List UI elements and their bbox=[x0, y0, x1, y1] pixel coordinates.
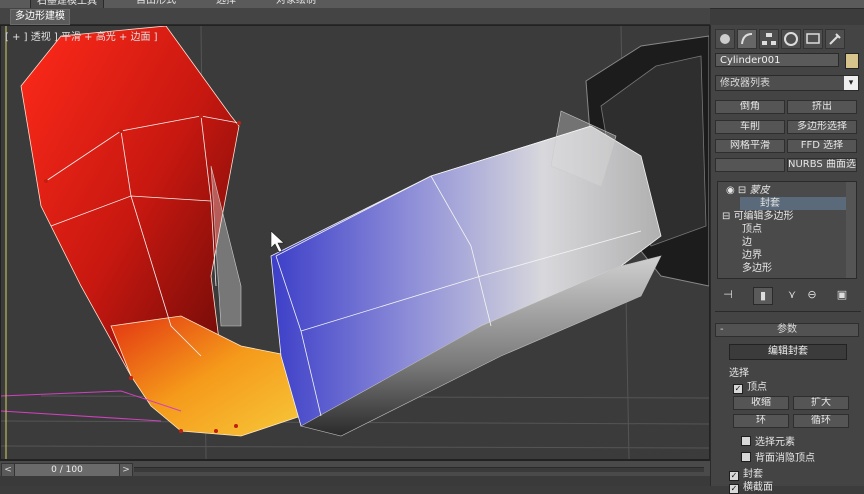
show-end-result-icon[interactable]: ▮ bbox=[753, 287, 773, 305]
tab-selection[interactable]: 选择 bbox=[210, 0, 242, 8]
meshsmooth-button[interactable]: 网格平滑 bbox=[715, 139, 785, 153]
elbow-mesh bbox=[110, 315, 302, 437]
stack-item-envelope[interactable]: 封套 bbox=[740, 197, 850, 210]
ribbon-bar: 多边形建模 bbox=[0, 8, 710, 25]
motion-tab-icon[interactable] bbox=[781, 29, 801, 49]
selection-group-label: 选择 bbox=[729, 368, 749, 379]
object-color-swatch[interactable] bbox=[845, 53, 859, 69]
create-tab-icon[interactable] bbox=[715, 29, 735, 49]
bulb-icon[interactable]: ◉ bbox=[726, 185, 738, 196]
mouse-cursor bbox=[270, 230, 285, 253]
display-tab-icon[interactable] bbox=[803, 29, 823, 49]
tab-object-paint[interactable]: 对象绘制 bbox=[270, 0, 322, 8]
timeline-prev-button[interactable]: < bbox=[1, 463, 15, 477]
stack-item-skin[interactable]: ◉ ⊟ 蒙皮 bbox=[726, 184, 769, 197]
tab-freeform[interactable]: 自由形式 bbox=[130, 0, 182, 8]
timeline-track[interactable] bbox=[134, 467, 704, 472]
make-unique-icon[interactable]: ⋎ bbox=[783, 287, 801, 303]
stack-item-edge[interactable]: 边 bbox=[742, 236, 752, 249]
extrude-button[interactable]: 挤出 bbox=[787, 100, 857, 114]
timeline-bar: < 0 / 100 > bbox=[0, 460, 710, 477]
modify-tab-icon[interactable] bbox=[737, 29, 757, 49]
stack-tools-row: ⊣ ▮ ⋎ ⊖ ▣ bbox=[717, 287, 857, 305]
object-name-field[interactable]: Cylinder001 bbox=[715, 53, 839, 67]
modifier-stack: ◉ ⊟ 蒙皮 封套 ⊟ 可编辑多边形 顶点 边 边界 多边形 bbox=[717, 181, 857, 279]
bevel-button[interactable]: 倒角 bbox=[715, 100, 785, 114]
ring-button[interactable]: 环 bbox=[733, 414, 789, 428]
parameters-title: 参数 bbox=[777, 324, 797, 335]
select-element-checkbox[interactable]: 选择元素 bbox=[741, 433, 795, 448]
modifier-list-label: 修改器列表 bbox=[720, 78, 770, 89]
utilities-tab-icon[interactable] bbox=[825, 29, 845, 49]
time-slider[interactable]: 0 / 100 bbox=[14, 463, 120, 477]
collapse-icon: - bbox=[720, 324, 724, 335]
grow-button[interactable]: 扩大 bbox=[793, 396, 849, 410]
tab-polygon-modeling[interactable]: 多边形建模 bbox=[10, 9, 70, 25]
divider bbox=[715, 311, 861, 312]
perspective-viewport[interactable]: [ + ] 透视 ] 平滑 + 高光 + 边面 ] bbox=[0, 25, 710, 460]
backface-cull-checkbox[interactable]: 背面消隐顶点 bbox=[741, 449, 815, 464]
stack-item-vertex[interactable]: 顶点 bbox=[742, 223, 762, 236]
expand-icon[interactable]: ⊟ bbox=[738, 185, 750, 196]
configure-sets-icon[interactable]: ▣ bbox=[833, 287, 851, 303]
parameters-rollout-header[interactable]: - 参数 bbox=[715, 323, 859, 337]
empty-modifier-button[interactable] bbox=[715, 158, 785, 172]
viewport-scene bbox=[1, 26, 709, 459]
stack-item-polygon[interactable]: 多边形 bbox=[742, 262, 772, 275]
cross-section-checkbox[interactable]: ✓ 横截面 bbox=[729, 478, 773, 494]
hierarchy-tab-icon[interactable] bbox=[759, 29, 779, 49]
stack-item-border[interactable]: 边界 bbox=[742, 249, 762, 262]
poly-select-button[interactable]: 多边形选择 bbox=[787, 120, 857, 134]
nurbs-surface-select-button[interactable]: NURBS 曲面选择 bbox=[787, 158, 857, 172]
stack-scrollbar[interactable] bbox=[846, 182, 856, 278]
remove-modifier-icon[interactable]: ⊖ bbox=[803, 287, 821, 303]
edit-envelope-button[interactable]: 编辑封套 bbox=[729, 344, 847, 360]
lathe-button[interactable]: 车削 bbox=[715, 120, 785, 134]
stack-item-editable-poly[interactable]: ⊟ 可编辑多边形 bbox=[722, 210, 794, 223]
chevron-down-icon: ▾ bbox=[844, 76, 858, 90]
pin-stack-icon[interactable]: ⊣ bbox=[719, 287, 737, 303]
loop-button[interactable]: 循环 bbox=[793, 414, 849, 428]
checkbox-checked-icon: ✓ bbox=[733, 384, 743, 394]
command-panel: Cylinder001 修改器列表 ▾ 倒角 挤出 车削 多边形选择 网格平滑 … bbox=[710, 25, 864, 494]
timeline-next-button[interactable]: > bbox=[119, 463, 133, 477]
viewport-label[interactable]: [ + ] 透视 ] 平滑 + 高光 + 边面 ] bbox=[5, 28, 158, 43]
modifier-list-dropdown[interactable]: 修改器列表 ▾ bbox=[715, 75, 859, 91]
expand-icon[interactable]: ⊟ bbox=[722, 211, 734, 222]
vertex-checkbox[interactable]: ✓ 顶点 bbox=[733, 378, 767, 394]
shrink-button[interactable]: 收缩 bbox=[733, 396, 789, 410]
ffd-select-button[interactable]: FFD 选择 bbox=[787, 139, 857, 153]
